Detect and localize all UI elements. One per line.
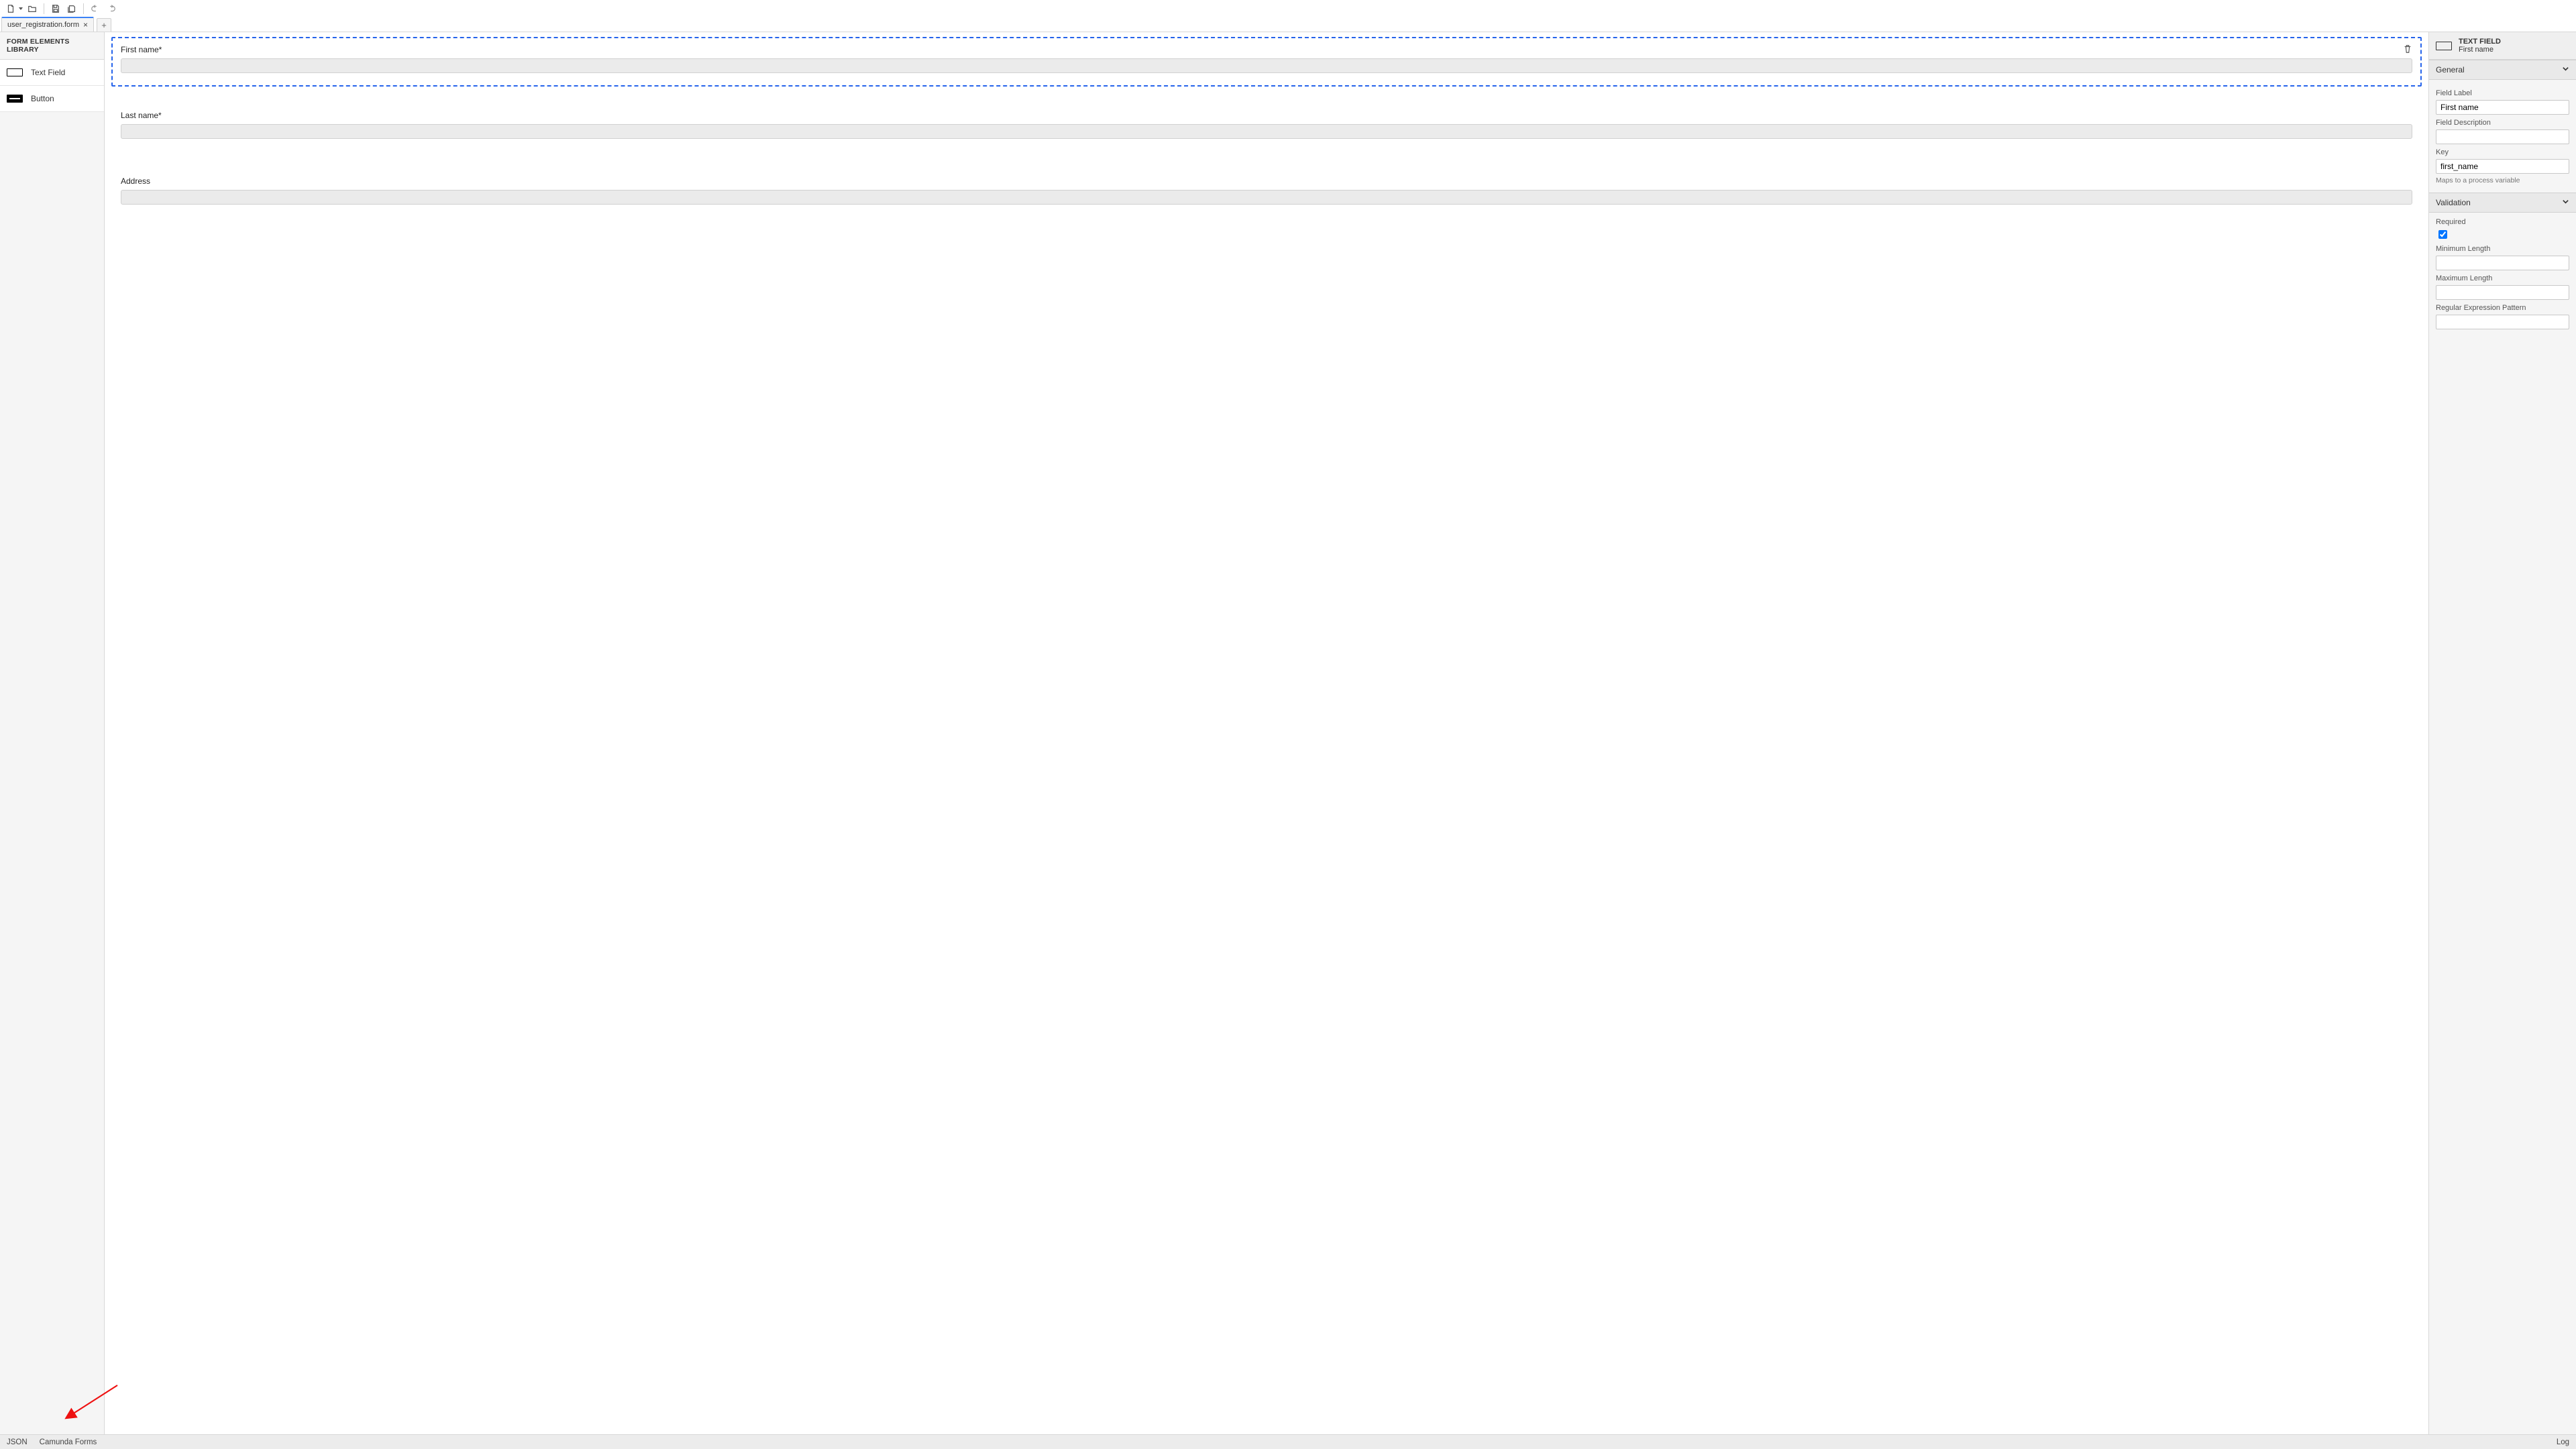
min-length-input[interactable] [2436,256,2569,270]
prop-label: Field Description [2436,119,2569,127]
new-file-button[interactable] [4,2,17,15]
undo-button[interactable] [89,2,102,15]
properties-header: TEXT FIELD First name [2429,32,2576,60]
regex-input[interactable] [2436,315,2569,329]
section-title: General [2436,65,2465,74]
prop-label: Regular Expression Pattern [2436,304,2569,312]
field-label-input[interactable] [2436,100,2569,115]
close-tab-icon[interactable]: × [83,21,88,29]
section-title: Validation [2436,198,2471,207]
form-canvas[interactable]: First name* Last name* Address [105,32,2428,1434]
prop-label: Field Label [2436,89,2569,97]
field-input-preview [121,124,2412,139]
section-header-validation[interactable]: Validation [2429,193,2576,213]
new-file-dropdown-caret[interactable] [19,7,23,10]
save-all-button[interactable] [65,2,78,15]
properties-type-label: TEXT FIELD [2459,38,2501,46]
text-field-icon [7,68,23,76]
prop-label: Key [2436,148,2569,156]
required-checkbox[interactable] [2438,230,2447,239]
field-label: Address [121,176,2412,186]
palette-header: FORM ELEMENTS LIBRARY [0,32,104,60]
open-file-button[interactable] [25,2,39,15]
field-input-preview [121,190,2412,205]
text-field-icon [2436,42,2452,50]
key-input[interactable] [2436,159,2569,174]
prop-label: Maximum Length [2436,274,2569,282]
tab-user-registration-form[interactable]: user_registration.form × [1,17,94,32]
field-input-preview [121,58,2412,73]
palette-item-label: Button [31,94,54,103]
delete-field-button[interactable] [2403,44,2412,54]
section-body-general: Field Label Field Description Key Maps t… [2429,80,2576,193]
footer-tab-log[interactable]: Log [2557,1438,2569,1446]
form-field-last-name[interactable]: Last name* [111,103,2422,152]
field-label: Last name* [121,111,2412,120]
footer-tab-camunda-forms[interactable]: Camunda Forms [40,1438,97,1446]
palette-item-text-field[interactable]: Text Field [0,60,104,86]
field-description-input[interactable] [2436,129,2569,144]
form-field-first-name[interactable]: First name* [111,37,2422,87]
key-hint: Maps to a process variable [2436,176,2569,184]
tabstrip: user_registration.form × + [0,17,2576,32]
toolbar-separator [83,3,84,14]
properties-panel: TEXT FIELD First name General Field Labe… [2428,32,2576,1434]
main-toolbar [0,0,2576,17]
redo-button[interactable] [105,2,118,15]
chevron-down-icon [2562,65,2569,74]
prop-label: Minimum Length [2436,245,2569,253]
save-button[interactable] [49,2,62,15]
tab-title: user_registration.form [7,21,79,29]
form-field-address[interactable]: Address [111,168,2422,218]
section-header-general[interactable]: General [2429,60,2576,80]
properties-name: First name [2459,46,2501,54]
palette-item-label: Text Field [31,68,65,77]
add-tab-button[interactable]: + [97,18,111,32]
footer-tab-json[interactable]: JSON [7,1438,28,1446]
max-length-input[interactable] [2436,285,2569,300]
palette-item-button[interactable]: Button [0,86,104,112]
palette: FORM ELEMENTS LIBRARY Text Field Button [0,32,105,1434]
field-label: First name* [121,45,2412,54]
section-body-validation: Required Minimum Length Maximum Length R… [2429,213,2576,337]
chevron-down-icon [2562,198,2569,207]
button-icon [7,95,23,103]
prop-label: Required [2436,218,2569,226]
footer-bar: JSON Camunda Forms Log [0,1434,2576,1449]
